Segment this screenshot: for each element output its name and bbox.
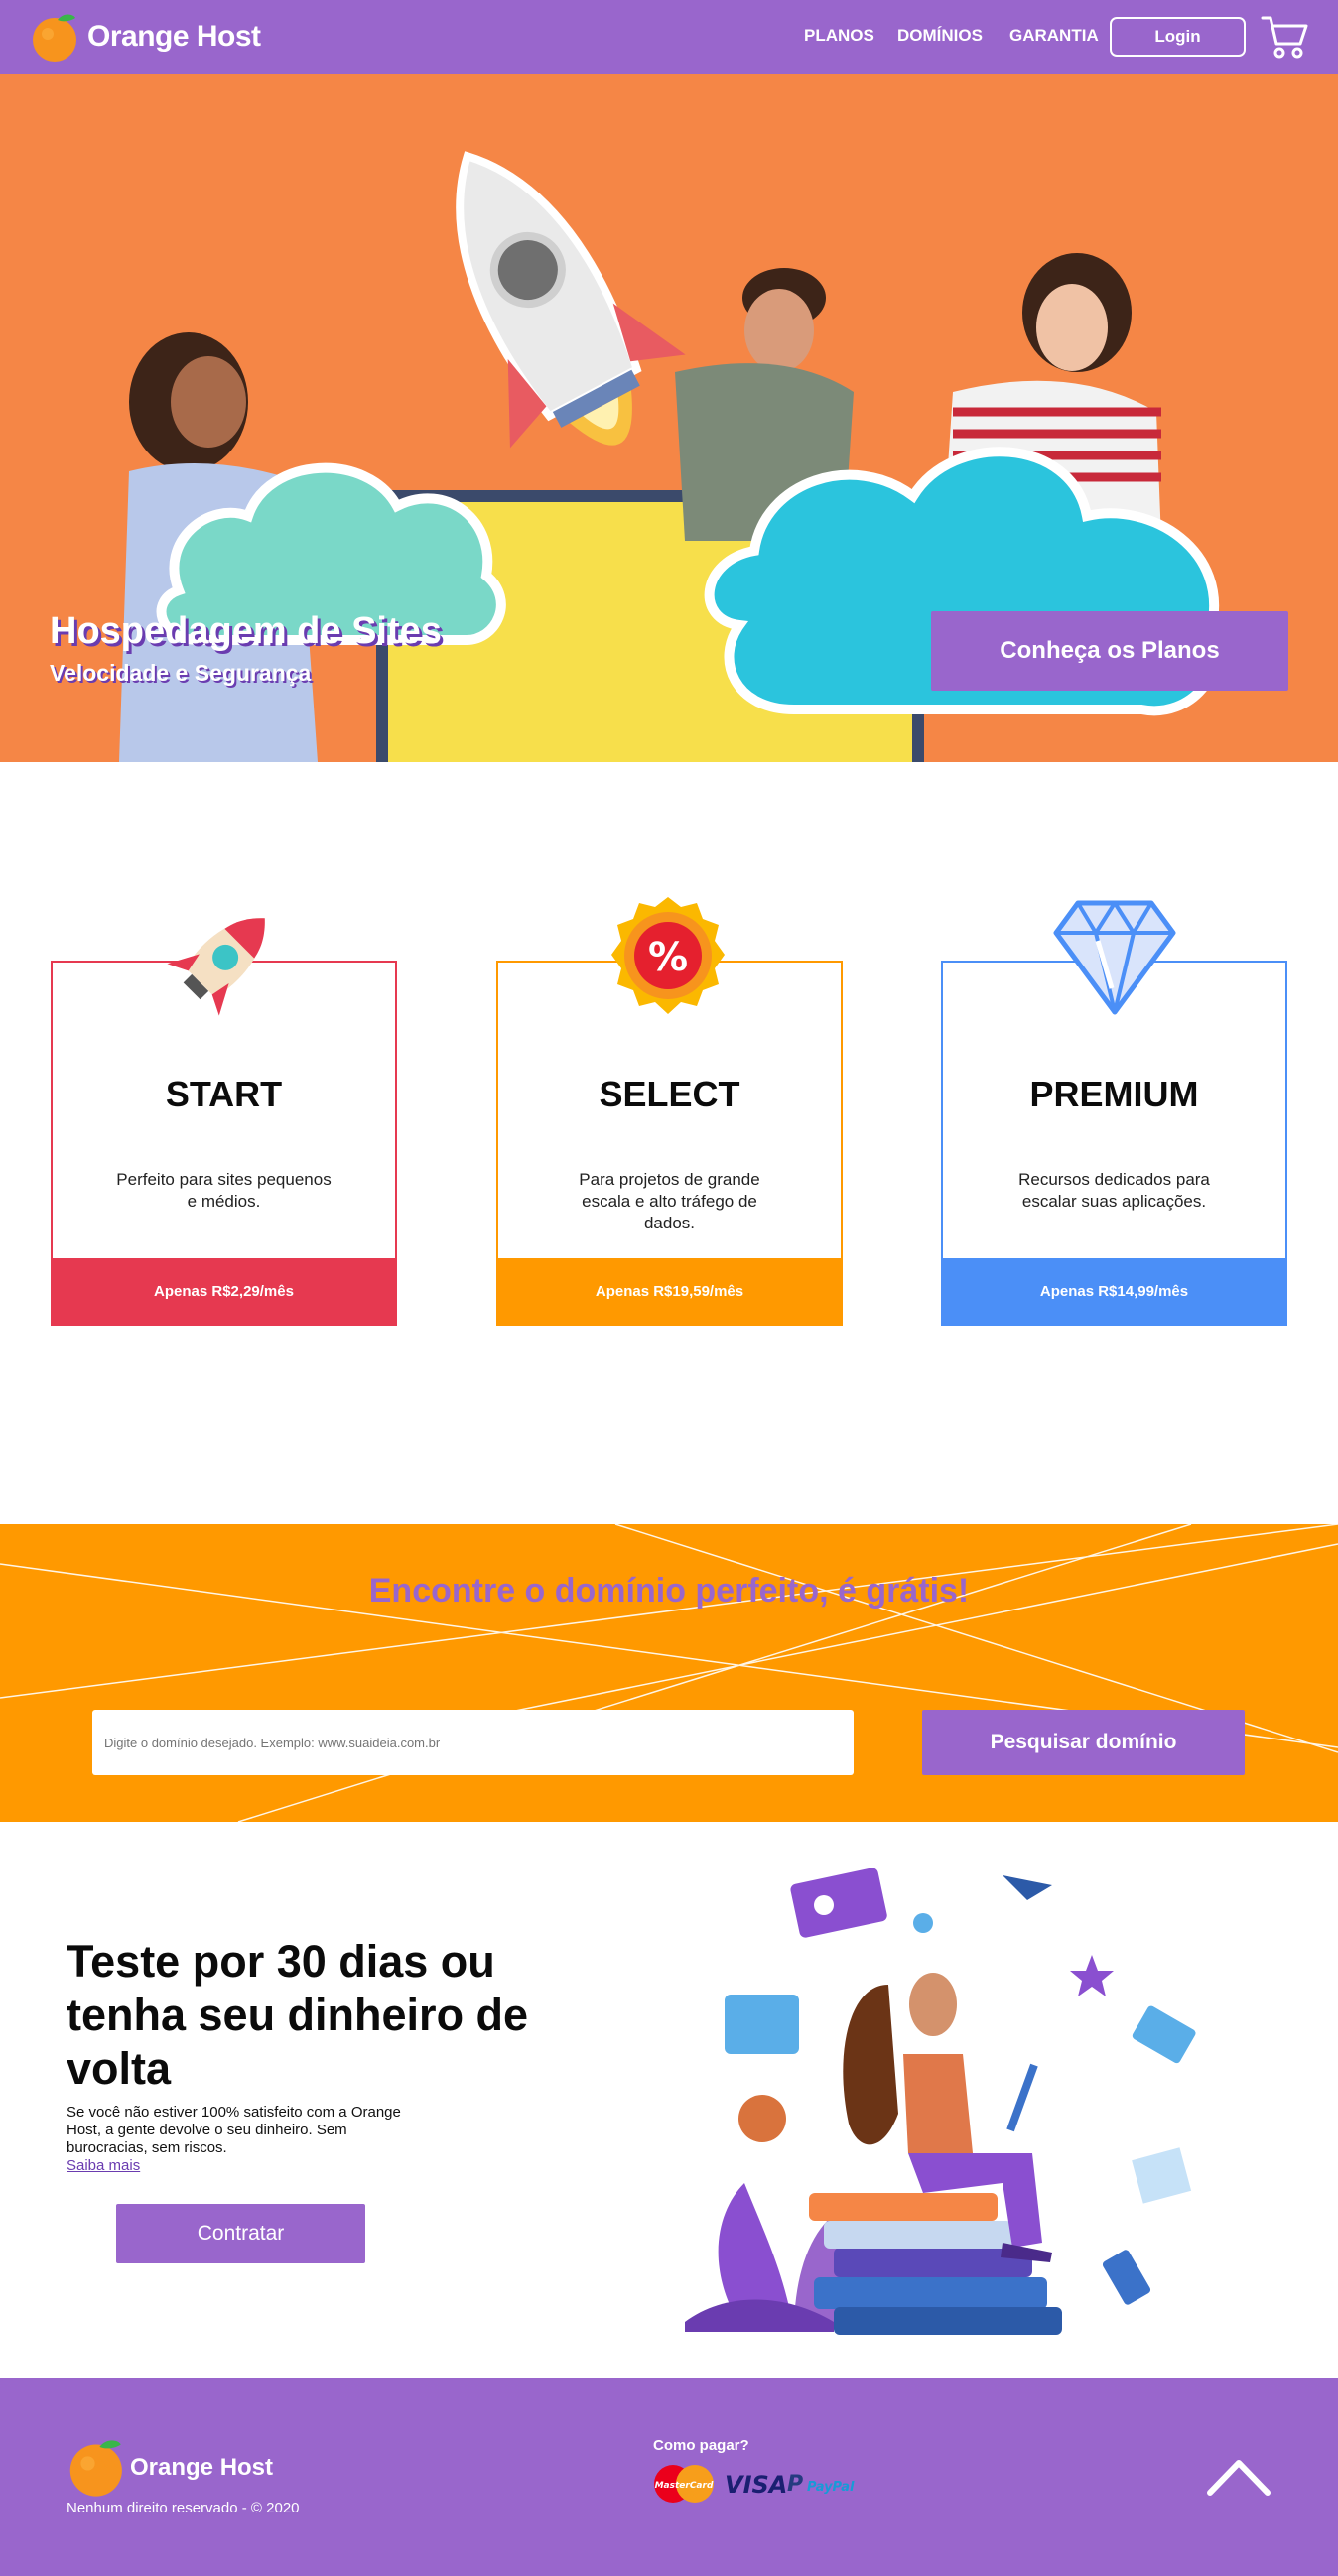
domain-heading: Encontre o domínio perfeito, é grátis! — [368, 1572, 970, 1610]
copyright-text: Nenhum direito reservado - © 2020 — [67, 2500, 300, 2516]
cart-icon[interactable] — [1261, 14, 1308, 60]
svg-text:%: % — [648, 935, 688, 980]
svg-text:PayPal: PayPal — [807, 2480, 855, 2495]
login-button[interactable]: Login — [1110, 17, 1246, 57]
plan-description: Perfeito para sites pequenos e médios. — [116, 1170, 332, 1211]
plan-description: Para projetos de grande escala e alto tr… — [579, 1170, 760, 1232]
domain-search-input[interactable] — [92, 1710, 854, 1775]
percent-badge-icon: % — [611, 897, 725, 1014]
top-navbar: Orange Host PLANOS DOMÍNIOS GARANTIA Log… — [0, 0, 1338, 74]
search-domain-button[interactable]: Pesquisar domínio — [922, 1710, 1245, 1775]
plan-description: Recursos dedicados para escalar suas apl… — [1018, 1170, 1210, 1211]
contract-button[interactable]: Contratar — [116, 2204, 365, 2263]
visa-icon: VISA — [725, 2471, 787, 2499]
plan-name: SELECT — [599, 1074, 740, 1114]
plan-price-button[interactable]: Apenas R$14,99/mês — [941, 1258, 1287, 1326]
rocket-icon — [167, 918, 265, 1016]
hero-subtitle: Velocidade e Segurança — [50, 660, 312, 686]
footer: Orange Host Nenhum direito reservado - ©… — [0, 2378, 1338, 2576]
diamond-icon — [1053, 900, 1176, 1015]
hero-banner: Hospedagem de Sites Velocidade e Seguran… — [0, 74, 1338, 762]
svg-text:P: P — [787, 2472, 803, 2497]
guarantee-description: Se você não estiver 100% satisfeito com … — [67, 2104, 401, 2156]
guarantee-headline: Teste por 30 dias ou tenha seu dinheiro … — [67, 1936, 529, 2094]
nav-link-dominios[interactable]: DOMÍNIOS — [897, 26, 983, 46]
payment-methods: MasterCard VISA P PayPal — [654, 2465, 855, 2503]
nav-link-garantia[interactable]: GARANTIA — [1009, 26, 1099, 46]
back-to-top-icon[interactable] — [1206, 2457, 1271, 2497]
svg-text:MasterCard: MasterCard — [655, 2481, 714, 2491]
student-laptop-illustration — [685, 1868, 1196, 2335]
plan-price-button[interactable]: Apenas R$19,59/mês — [496, 1258, 843, 1326]
learn-more-link[interactable]: Saiba mais — [67, 2157, 140, 2174]
decorative-lines — [0, 1524, 1338, 1822]
plan-name: START — [165, 1074, 283, 1114]
know-plans-button[interactable]: Conheça os Planos — [931, 611, 1288, 691]
plan-price-button[interactable]: Apenas R$2,29/mês — [51, 1258, 397, 1326]
brand-name[interactable]: Orange Host — [87, 20, 261, 54]
plan-name: PREMIUM — [1029, 1074, 1199, 1114]
footer-brand: Orange Host — [130, 2454, 274, 2481]
mastercard-icon: MasterCard — [654, 2465, 714, 2503]
hero-title: Hospedagem de Sites — [50, 610, 442, 652]
domain-search-section: Encontre o domínio perfeito, é grátis! P… — [0, 1524, 1338, 1822]
payment-label: Como pagar? — [653, 2437, 749, 2454]
paypal-icon: P PayPal — [787, 2472, 855, 2497]
orange-logo-icon[interactable] — [30, 10, 81, 64]
orange-logo-icon[interactable] — [66, 2435, 129, 2499]
nav-link-planos[interactable]: PLANOS — [804, 26, 874, 46]
